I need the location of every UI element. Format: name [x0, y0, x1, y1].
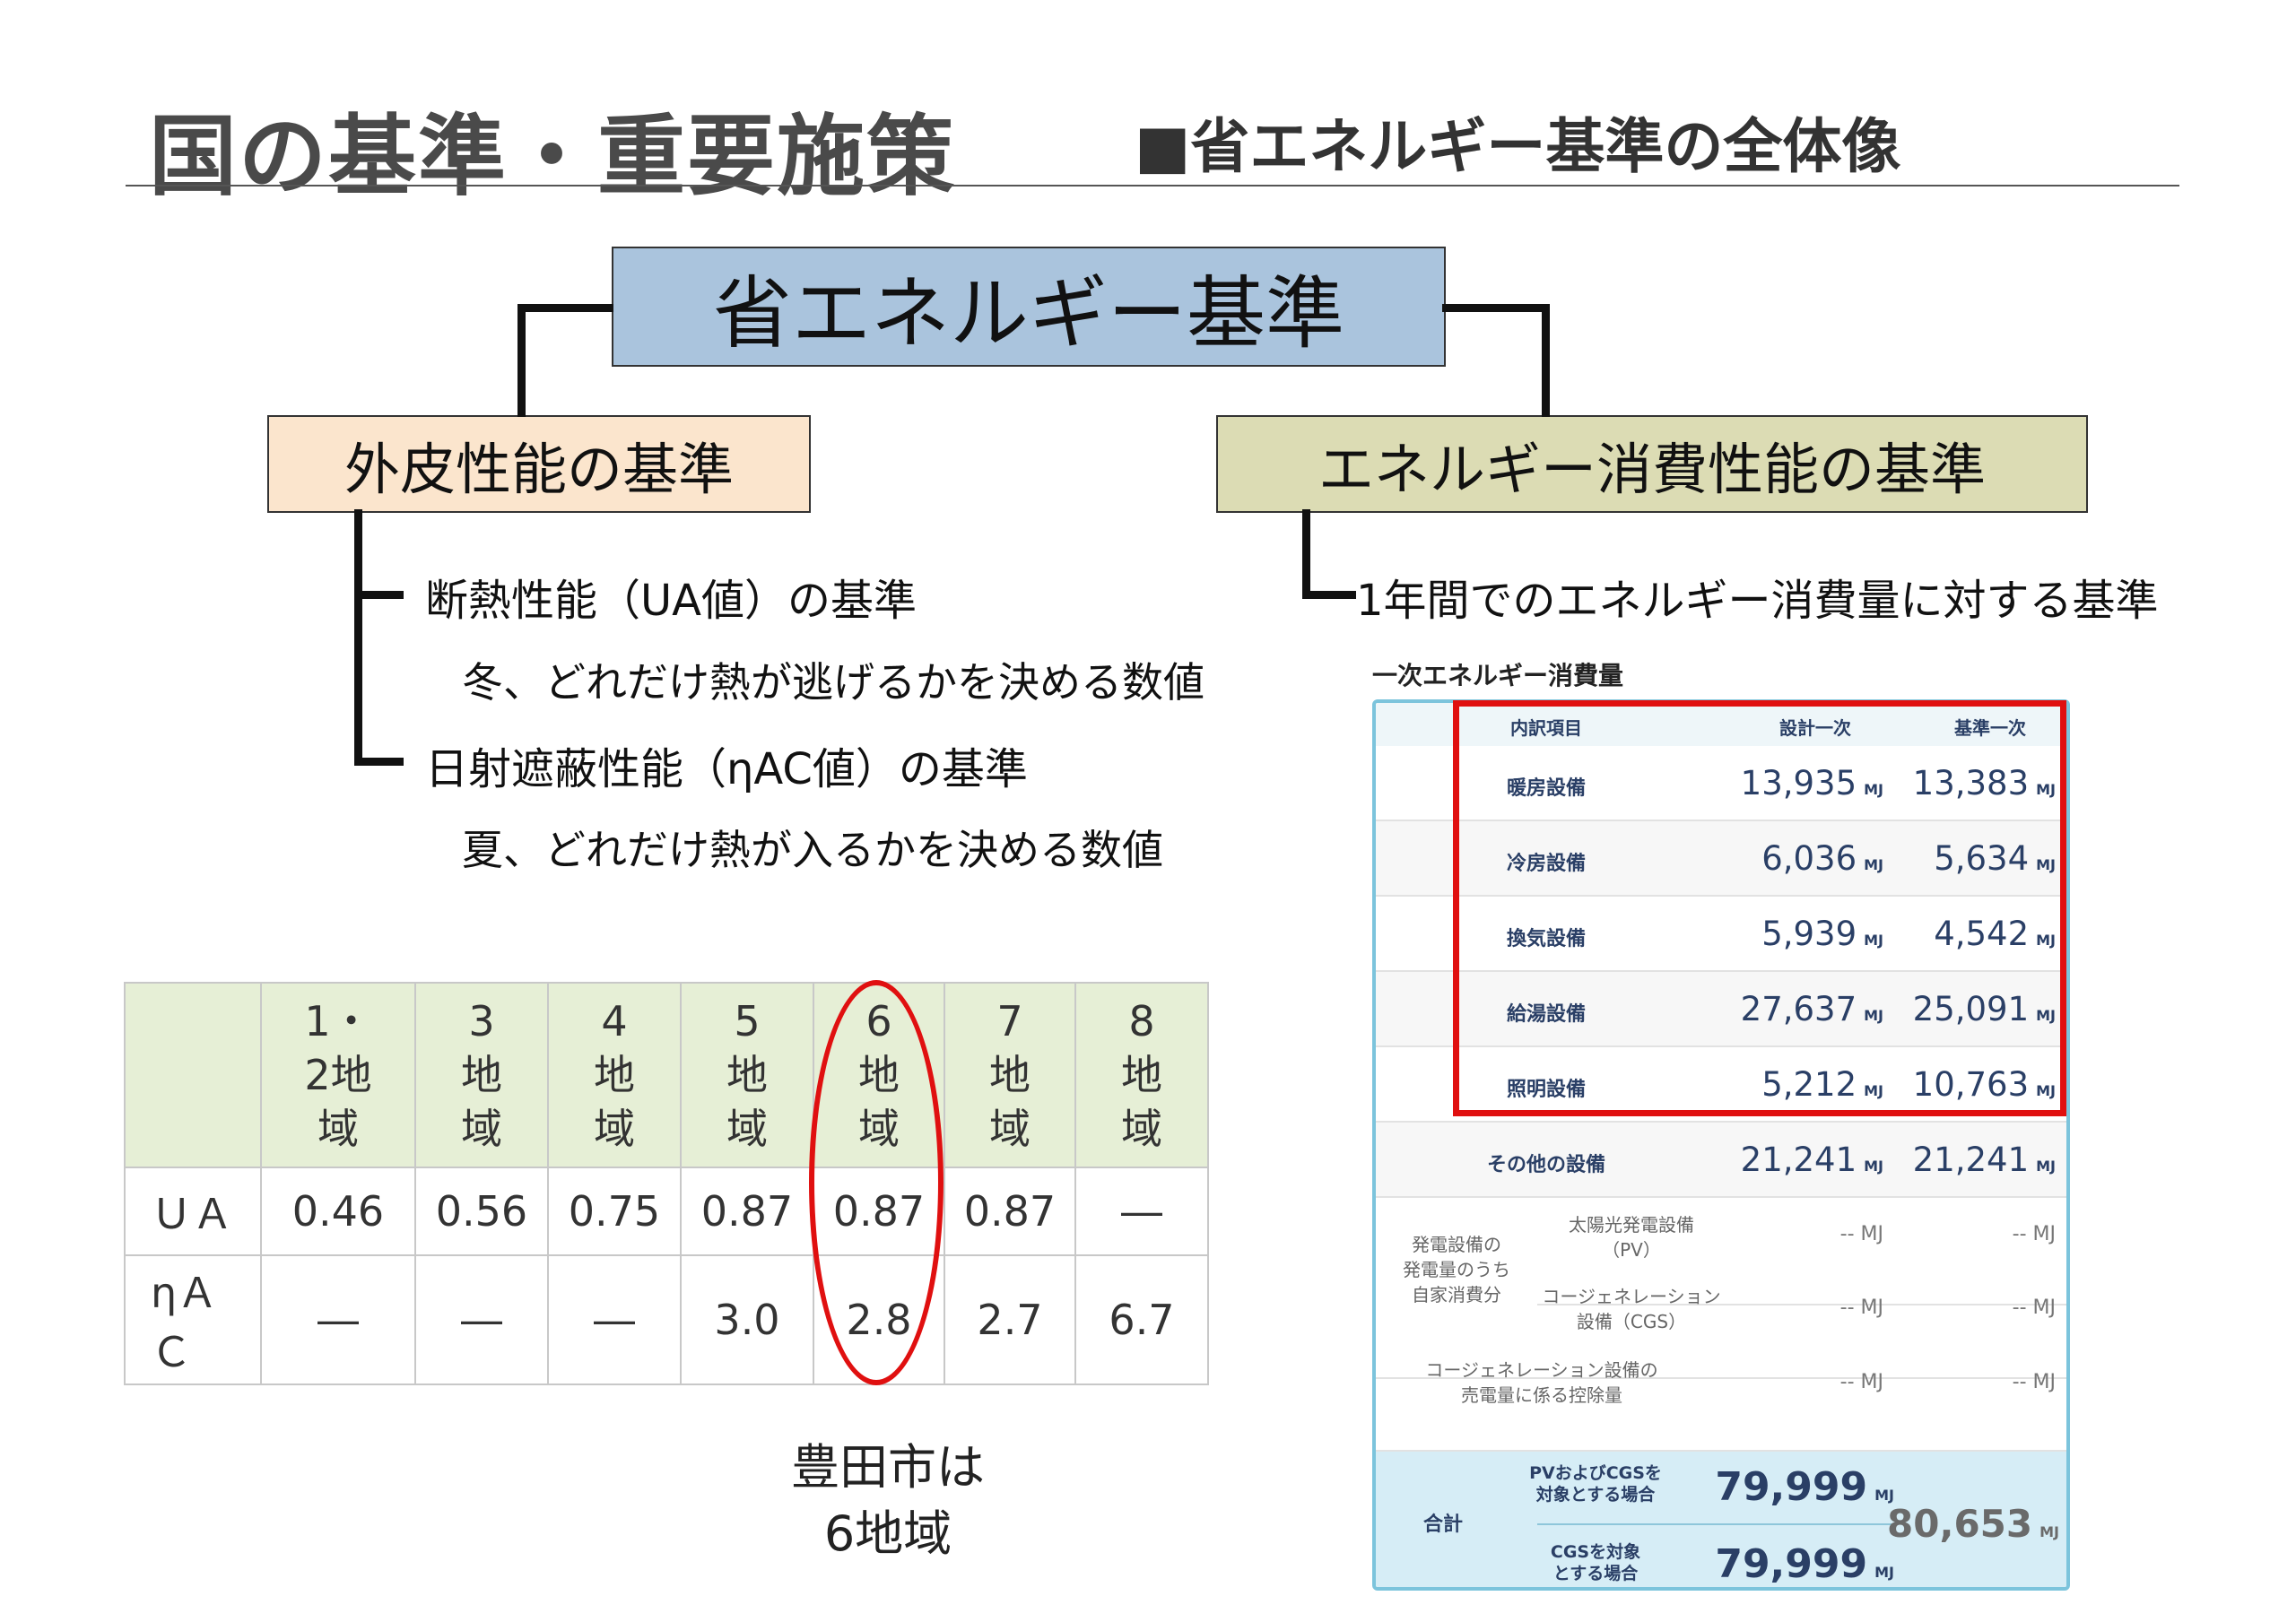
- connector-root-left-v: [517, 304, 526, 417]
- cgs-sale-design-value: -- MJ: [1839, 1371, 1883, 1393]
- zone-header-cell: 8地域: [1074, 982, 1209, 1168]
- zone-6-highlight-oval: [809, 980, 944, 1385]
- zone-header-row: 1・ 2地域 3 地域 4 地域 5 地域 6 地域 7 地域 8 地域: [124, 982, 1209, 1168]
- zone-value-cell: ―: [1074, 1167, 1209, 1256]
- cgs-sale-deduction-label: コージェネレーション設備の 売電量に係る控除量: [1425, 1359, 1658, 1406]
- zone-value-cell: 0.87: [944, 1167, 1076, 1256]
- zone-header-cell: 3地域: [414, 982, 549, 1168]
- total-inner-sep: [1537, 1523, 1896, 1525]
- cgs-label: コージェネレーション 設備（CGS）: [1542, 1286, 1721, 1332]
- title-divider: [126, 185, 2179, 186]
- energy-standard-value: 21,241 MJ: [1912, 1141, 2056, 1179]
- zone-header-cell: 5地域: [680, 982, 814, 1168]
- zone-value-cell: 3.0: [680, 1254, 814, 1385]
- cgs-design-value: -- MJ: [1839, 1297, 1883, 1319]
- zone-value-cell: ―: [414, 1254, 549, 1385]
- connector-right-item: [1302, 591, 1356, 599]
- zone-value-cell: ―: [547, 1254, 682, 1385]
- page-subtitle: ■省エネルギー基準の全体像: [1135, 112, 1901, 181]
- connector-left-item1: [354, 591, 404, 599]
- pv-label: 太陽光発電設備 （PV）: [1569, 1214, 1694, 1261]
- zone-header-cell: 4地域: [547, 982, 682, 1168]
- total-label: 合計: [1422, 1514, 1463, 1536]
- energy-panel-title: 一次エネルギー消費量: [1372, 661, 1624, 690]
- zone-value-cell: ―: [260, 1254, 416, 1385]
- cgs-standard-value: -- MJ: [2012, 1297, 2056, 1319]
- self-consumption-group-label: 発電設備の 発電量のうち 自家消費分: [1403, 1234, 1510, 1305]
- pv-design-value: -- MJ: [1839, 1223, 1883, 1245]
- zone-value-cell: 0.46: [260, 1167, 416, 1256]
- zone-row-label: ＵＡ: [124, 1167, 262, 1256]
- cgs-sale-standard-value: -- MJ: [2012, 1371, 2056, 1393]
- zone-header-cell: 7地域: [944, 982, 1076, 1168]
- pv-cgs-case-label: PVおよびCGSを 対象とする場合: [1529, 1463, 1662, 1505]
- eta-ac-row: ηＡ Ｃ ― ― ― 3.0 2.8 2.7 6.7: [124, 1254, 1209, 1385]
- zone-value-cell: 6.7: [1074, 1254, 1209, 1385]
- ua-row: ＵＡ 0.46 0.56 0.75 0.87 0.87 0.87 ―: [124, 1167, 1209, 1256]
- energy-row-sep: [1376, 1196, 2066, 1198]
- zone-header-corner: [124, 982, 262, 1168]
- connector-right-trunk: [1302, 509, 1310, 599]
- solar-shading-standard-desc: 夏、どれだけ熱が入るかを決める数値: [462, 826, 1163, 874]
- equipment-highlight-box: [1453, 700, 2066, 1116]
- connector-root-left-h: [517, 304, 613, 312]
- insulation-standard-desc: 冬、どれだけ熱が逃げるかを決める数値: [462, 658, 1205, 707]
- connector-root-right-h: [1442, 304, 1550, 312]
- root-node: 省エネルギー基準: [612, 247, 1446, 367]
- zone-table: 1・ 2地域 3 地域 4 地域 5 地域 6 地域 7 地域 8 地域 ＵＡ 0.46 0.56 0.75 0.…: [124, 982, 1209, 1385]
- toyota-zone-caption: 豊田市は 6地域: [791, 1439, 985, 1562]
- energy-design-value: 21,241 MJ: [1740, 1141, 1883, 1179]
- total-row: 合計 PVおよびCGSを 対象とする場合 79,999 MJ CGSを対象 とする場合…: [1376, 1452, 2066, 1587]
- zone-value-cell: 2.7: [944, 1254, 1076, 1385]
- zone-value-cell: 0.87: [680, 1167, 814, 1256]
- zone-row-label: ηＡ Ｃ: [124, 1254, 262, 1385]
- standard-total-value: 80,653 MJ: [1887, 1502, 2059, 1546]
- insulation-standard-label: 断熱性能（UA値）の基準: [425, 576, 917, 626]
- zone-value-cell: 0.75: [547, 1167, 682, 1256]
- connector-left-item2: [354, 758, 404, 766]
- zone-header-cell: 1・ 2地域: [260, 982, 416, 1168]
- zone-value-cell: 0.56: [414, 1167, 549, 1256]
- cgs-case-label: CGSを対象 とする場合: [1550, 1542, 1641, 1583]
- envelope-node: 外皮性能の基準: [267, 415, 811, 513]
- connector-root-right-v: [1542, 304, 1550, 417]
- annual-energy-standard-label: 1年間でのエネルギー消費量に対する基準: [1356, 576, 2159, 626]
- pv-standard-value: -- MJ: [2012, 1223, 2056, 1245]
- solar-shading-standard-label: 日射遮蔽性能（ηAC値）の基準: [425, 744, 1028, 794]
- page-title: 国の基準・重要施策: [149, 106, 957, 208]
- connector-left-trunk: [354, 509, 362, 765]
- energy-row: その他の設備 21,241 MJ 21,241 MJ: [1376, 1123, 2066, 1198]
- pv-cgs-total-value: 79,999 MJ: [1715, 1464, 1894, 1510]
- cgs-total-value: 79,999 MJ: [1715, 1541, 1894, 1587]
- energy-row-label: その他の設備: [1486, 1154, 1605, 1176]
- energy-consumption-node: エネルギー消費性能の基準: [1216, 415, 2088, 513]
